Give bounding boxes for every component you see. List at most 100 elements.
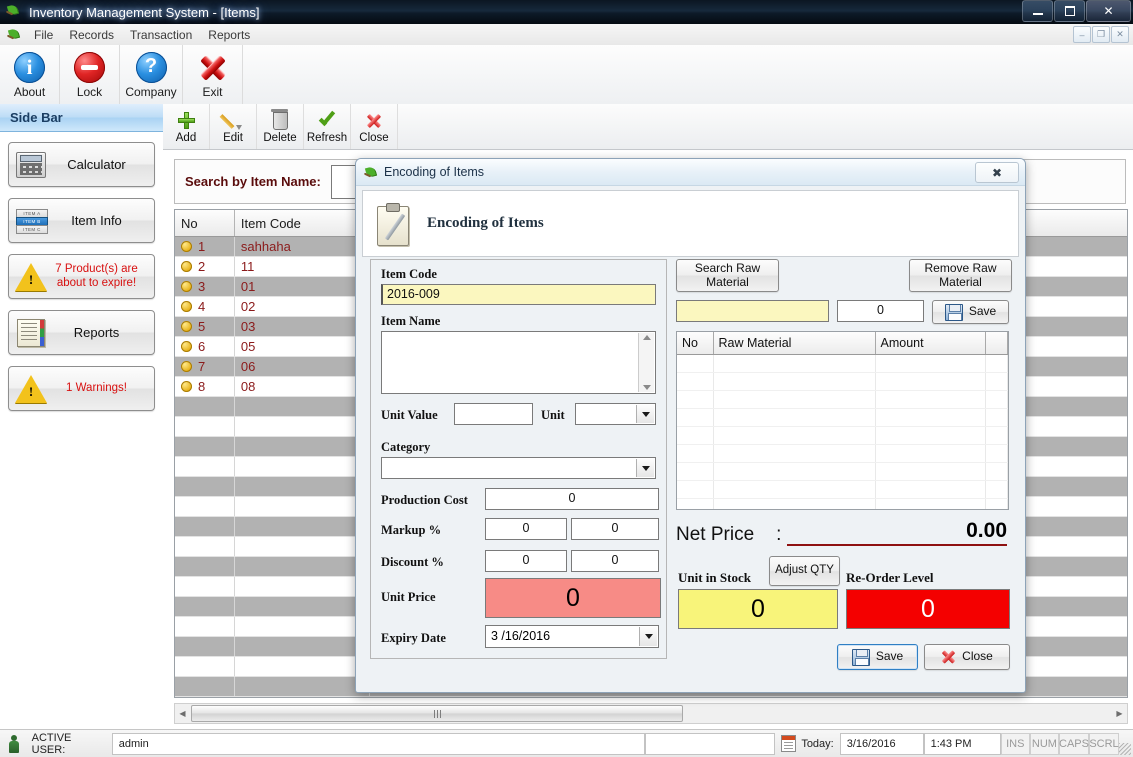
cell-no: 2 [175, 257, 234, 277]
mdi-restore-button[interactable]: ❐ [1092, 26, 1110, 43]
markup-amount-input[interactable]: 0 [571, 518, 659, 540]
unit-value-label: Unit Value [381, 408, 438, 423]
table-row[interactable] [677, 445, 1008, 463]
raw-materials-grid[interactable]: No Raw Material Amount [676, 331, 1009, 510]
unit-combobox[interactable] [575, 403, 656, 425]
scroll-thumb[interactable] [191, 705, 683, 722]
table-row[interactable] [677, 463, 1008, 481]
search-raw-material-button[interactable]: Search Raw Material [676, 259, 779, 292]
raw-column-header-amount[interactable]: Amount [875, 332, 985, 355]
expiry-date-value: 3 /16/2016 [491, 629, 550, 643]
markup-percent-input[interactable]: 0 [485, 518, 567, 540]
menu-item-file[interactable]: File [26, 26, 61, 44]
unit-value-input[interactable] [454, 403, 533, 425]
mdi-minimize-button[interactable]: – [1073, 26, 1091, 43]
discount-percent-input[interactable]: 0 [485, 550, 567, 572]
raw-amount-input[interactable]: 0 [837, 300, 924, 322]
sidebar-item-item-info[interactable]: ITEM AITEM BITEM C Item Info [8, 198, 155, 243]
close-button[interactable]: ✕ [1086, 0, 1131, 22]
toolbar-exit-button[interactable]: Exit [183, 45, 243, 104]
raw-column-header-extra[interactable] [985, 332, 1008, 355]
cell-no: 7 [175, 357, 234, 377]
sidebar-item-calculator-label: Calculator [53, 157, 154, 172]
dialog-titlebar: Encoding of Items ✖ [356, 159, 1025, 186]
table-row[interactable] [677, 409, 1008, 427]
items-grid-horizontal-scrollbar[interactable]: ◀ ▶ [174, 703, 1128, 724]
add-button[interactable]: Add [163, 104, 210, 149]
column-header-item-code[interactable]: Item Code [234, 210, 369, 237]
expiry-date-picker[interactable]: 3 /16/2016 [485, 625, 659, 648]
refresh-button[interactable]: Refresh [304, 104, 351, 149]
net-price-colon: : [776, 524, 781, 546]
table-row[interactable] [677, 499, 1008, 511]
raw-material-input[interactable] [676, 300, 829, 322]
item-info-icon: ITEM AITEM BITEM C [9, 209, 53, 233]
sidebar-item-reports[interactable]: Reports [8, 310, 155, 355]
table-row[interactable] [677, 391, 1008, 409]
remove-raw-material-button[interactable]: Remove Raw Material [909, 259, 1012, 292]
row-status-dot-icon [181, 301, 192, 312]
dialog-close-form-button[interactable]: Close [924, 644, 1010, 670]
sidebar-item-expiring-products[interactable]: 7 Product(s) are about to expire! [8, 254, 155, 299]
menu-item-reports[interactable]: Reports [200, 26, 258, 44]
item-code-input[interactable]: 2016-009 [381, 284, 656, 305]
dialog-save-button[interactable]: Save [837, 644, 918, 670]
table-row[interactable] [677, 481, 1008, 499]
table-row[interactable] [677, 373, 1008, 391]
remove-raw-material-line2: Material [939, 276, 982, 290]
table-row[interactable] [175, 697, 1128, 699]
encoding-of-items-dialog: Encoding of Items ✖ Encoding of Items It… [355, 158, 1026, 693]
add-button-label: Add [176, 132, 196, 144]
raw-materials-grid-table: No Raw Material Amount [677, 332, 1008, 510]
close-form-button-label: Close [359, 132, 388, 144]
items-form-toolbar: Add Edit Delete Refresh Close [163, 104, 1133, 150]
discount-amount-input[interactable]: 0 [571, 550, 659, 572]
pencil-icon [224, 110, 242, 132]
item-name-scrollbar[interactable] [638, 333, 654, 392]
close-form-button[interactable]: Close [351, 104, 398, 149]
toolbar-about-button[interactable]: About [0, 45, 60, 104]
markup-percent-label: Markup % [381, 523, 441, 538]
row-status-dot-icon [181, 361, 192, 372]
resize-grip-icon[interactable] [1119, 743, 1131, 755]
item-name-input[interactable] [381, 331, 656, 394]
maximize-button[interactable] [1054, 0, 1085, 22]
red-x-icon [366, 110, 382, 132]
adjust-qty-button[interactable]: Adjust QTY [769, 556, 840, 586]
unit-price-label: Unit Price [381, 590, 436, 605]
scroll-up-icon[interactable] [643, 335, 651, 340]
sidebar-item-calculator[interactable]: Calculator [8, 142, 155, 187]
edit-button[interactable]: Edit [210, 104, 257, 149]
mdi-close-button[interactable]: ✕ [1111, 26, 1129, 43]
sidebar-item-warnings[interactable]: 1 Warnings! [8, 366, 155, 411]
cell-no: 4 [175, 297, 234, 317]
toolbar-lock-button[interactable]: Lock [60, 45, 120, 104]
dialog-banner: Encoding of Items [362, 190, 1019, 257]
dialog-title: Encoding of Items [384, 165, 484, 179]
menu-item-transaction[interactable]: Transaction [122, 26, 200, 44]
search-raw-material-line1: Search Raw [695, 262, 760, 276]
chevron-down-icon[interactable] [636, 459, 654, 477]
delete-button[interactable]: Delete [257, 104, 304, 149]
raw-column-header-no[interactable]: No [677, 332, 713, 355]
reorder-level-label: Re-Order Level [846, 570, 933, 586]
window-titlebar: Inventory Management System - [Items] ✕ [0, 0, 1133, 24]
chevron-down-icon[interactable] [639, 627, 657, 646]
category-combobox[interactable] [381, 457, 656, 479]
scroll-left-icon[interactable]: ◀ [175, 705, 190, 722]
chevron-down-icon[interactable] [636, 405, 654, 423]
green-plus-icon [178, 110, 195, 132]
scroll-down-icon[interactable] [643, 385, 651, 390]
scroll-right-icon[interactable]: ▶ [1112, 705, 1127, 722]
toolbar-company-button[interactable]: Company [120, 45, 183, 104]
dialog-close-button[interactable]: ✖ [975, 162, 1019, 183]
save-raw-material-button[interactable]: Save [932, 300, 1009, 324]
table-row[interactable] [677, 355, 1008, 373]
production-cost-input[interactable]: 0 [485, 488, 659, 510]
menu-item-records[interactable]: Records [61, 26, 122, 44]
minimize-button[interactable] [1022, 0, 1053, 22]
column-header-no[interactable]: No [175, 210, 234, 237]
floppy-disk-icon [945, 304, 963, 321]
table-row[interactable] [677, 427, 1008, 445]
raw-column-header-material[interactable]: Raw Material [713, 332, 875, 355]
